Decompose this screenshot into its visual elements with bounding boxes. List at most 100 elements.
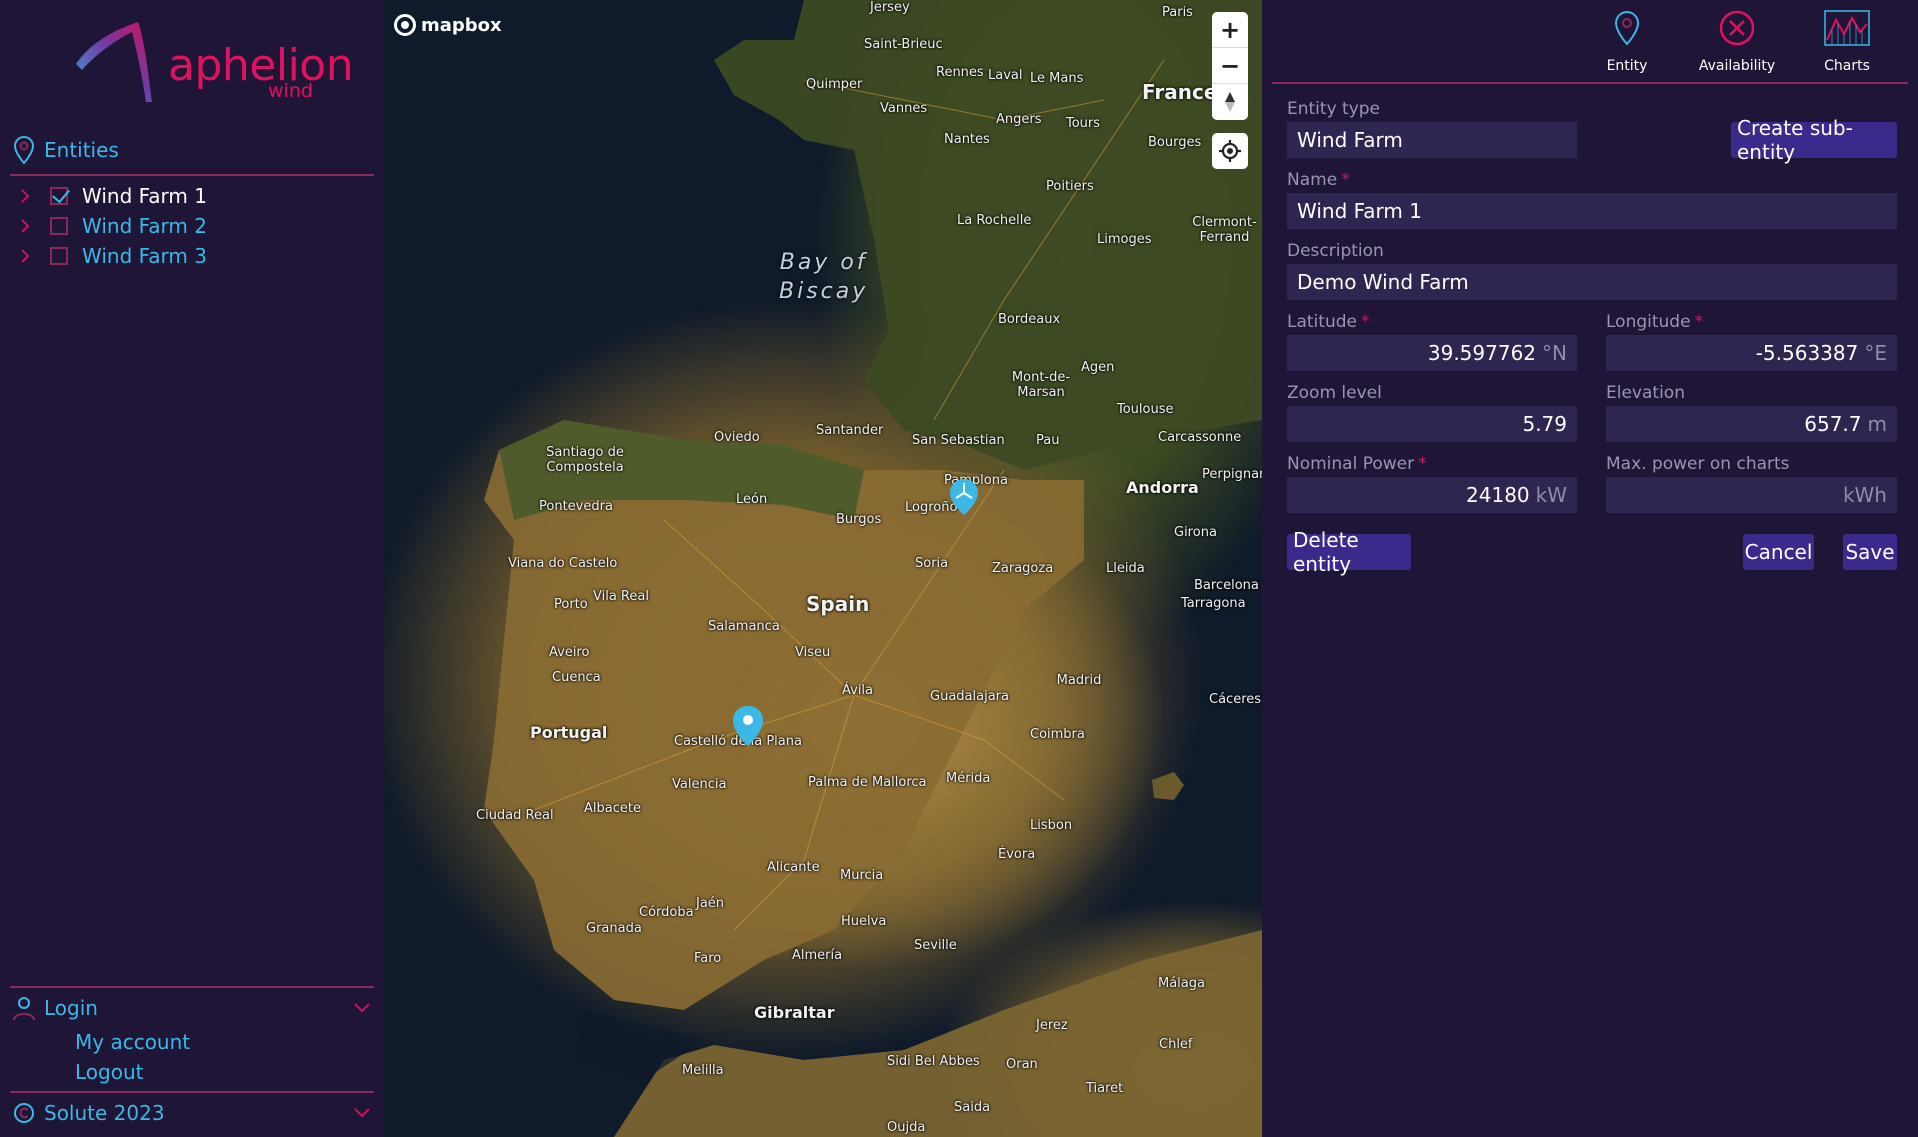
place-label: Saint-Brieuc xyxy=(864,37,943,52)
zoom-level-input[interactable]: 5.79 xyxy=(1287,406,1577,442)
map-view[interactable]: mapbox Bay of Biscay Spain Portugal Fran… xyxy=(384,0,1262,1137)
place-label: Spain xyxy=(806,592,870,616)
required-mark: * xyxy=(1360,312,1370,332)
footer-divider xyxy=(10,1091,374,1093)
name-input[interactable]: Wind Farm 1 xyxy=(1287,193,1897,229)
longitude-label: Longitude * xyxy=(1606,312,1703,332)
tree-item-wind-farm-2[interactable]: Wind Farm 2 xyxy=(14,211,374,241)
location-pin-icon xyxy=(10,135,38,165)
latitude-unit: °N xyxy=(1542,341,1567,365)
chevron-right-icon[interactable] xyxy=(14,245,36,267)
place-label: Viana do Castelo xyxy=(508,556,618,571)
tab-charts[interactable]: Charts xyxy=(1792,6,1902,76)
logout-link[interactable]: Logout xyxy=(75,1060,143,1084)
place-label: León xyxy=(736,492,768,507)
nominal-power-label-text: Nominal Power xyxy=(1287,454,1415,474)
zoom-out-button[interactable]: − xyxy=(1212,48,1248,84)
place-label: Aveiro xyxy=(549,645,590,660)
wind-turbine-marker-icon[interactable] xyxy=(948,477,980,521)
mapbox-logo-icon xyxy=(394,14,416,36)
tree-item-wind-farm-1[interactable]: Wind Farm 1 xyxy=(14,181,374,211)
longitude-value: -5.563387 xyxy=(1755,341,1859,365)
place-label: Valencia xyxy=(672,777,727,792)
chevron-right-icon[interactable] xyxy=(14,215,36,237)
chevron-right-icon[interactable] xyxy=(14,185,36,207)
footer-header[interactable]: Solute 2023 xyxy=(10,1096,374,1130)
longitude-input[interactable]: -5.563387 °E xyxy=(1606,335,1897,371)
delete-entity-button[interactable]: Delete entity xyxy=(1287,528,1411,576)
place-label: Porto xyxy=(554,597,588,612)
place-label: Laval xyxy=(988,68,1023,83)
place-label: Gibraltar xyxy=(754,1003,835,1022)
place-label: Jaén xyxy=(696,896,725,911)
user-icon xyxy=(10,993,38,1023)
place-label: Oujda xyxy=(887,1120,926,1135)
place-label: Ávila xyxy=(842,683,874,698)
elevation-input[interactable]: 657.7 m xyxy=(1606,406,1897,442)
place-label: Albacete xyxy=(584,801,641,816)
longitude-unit: °E xyxy=(1864,341,1887,365)
entity-type-value: Wind Farm xyxy=(1297,128,1403,152)
chevron-down-icon[interactable] xyxy=(350,1101,374,1125)
compass-button[interactable] xyxy=(1212,84,1248,120)
zoom-in-button[interactable]: + xyxy=(1212,12,1248,48)
place-label: Granada xyxy=(586,921,642,936)
tree-item-label[interactable]: Wind Farm 3 xyxy=(82,244,207,268)
location-pin-icon xyxy=(1614,6,1640,50)
tab-availability[interactable]: Availability xyxy=(1682,6,1792,76)
mapbox-wordmark: mapbox xyxy=(421,14,502,36)
tree-checkbox[interactable] xyxy=(50,187,68,205)
place-label: Mont-de-Marsan xyxy=(1011,370,1071,400)
entity-marker-pin-icon[interactable] xyxy=(731,704,765,752)
elevation-unit: m xyxy=(1867,412,1887,436)
place-label: Paris xyxy=(1162,5,1193,20)
place-label: Salamanca xyxy=(708,619,780,634)
mapbox-attribution[interactable]: mapbox xyxy=(394,14,502,36)
latitude-input[interactable]: 39.597762 °N xyxy=(1287,335,1577,371)
aphelion-logo[interactable]: aphelion wind xyxy=(72,18,354,108)
place-label: Almería xyxy=(792,948,843,963)
place-label: Portugal xyxy=(530,723,608,742)
latitude-label: Latitude * xyxy=(1287,312,1369,332)
login-label: Login xyxy=(44,996,98,1020)
description-input[interactable]: Demo Wind Farm xyxy=(1287,264,1897,300)
place-label: Jerez xyxy=(1036,1018,1068,1033)
place-label: Bordeaux xyxy=(998,312,1061,327)
geolocate-button[interactable] xyxy=(1212,133,1248,169)
save-button[interactable]: Save xyxy=(1843,534,1897,570)
place-label: Oran xyxy=(1006,1057,1038,1072)
place-label: Santander xyxy=(816,423,884,438)
place-label: Quimper xyxy=(806,77,863,92)
place-label: Chlef xyxy=(1159,1037,1193,1052)
tree-checkbox[interactable] xyxy=(50,217,68,235)
cancel-button[interactable]: Cancel xyxy=(1743,534,1814,570)
tab-entity[interactable]: Entity xyxy=(1572,6,1682,76)
footer-label: Solute 2023 xyxy=(44,1101,165,1125)
x-circle-icon xyxy=(1718,6,1756,50)
tree-item-label[interactable]: Wind Farm 1 xyxy=(82,184,207,208)
create-sub-entity-button[interactable]: Create sub-entity xyxy=(1731,116,1897,164)
tree-item-wind-farm-3[interactable]: Wind Farm 3 xyxy=(14,241,374,271)
crosshair-icon xyxy=(1219,140,1241,162)
place-label: Girona xyxy=(1174,525,1217,540)
panel-divider xyxy=(1272,82,1908,84)
place-label: Ciudad Real xyxy=(476,808,554,823)
tree-item-label[interactable]: Wind Farm 2 xyxy=(82,214,207,238)
login-header[interactable]: Login xyxy=(10,991,374,1025)
place-label: Mérida xyxy=(946,771,991,786)
tree-checkbox[interactable] xyxy=(50,247,68,265)
max-power-input[interactable]: kWh xyxy=(1606,477,1897,513)
area-chart-icon xyxy=(1824,6,1870,50)
entities-header[interactable]: Entities xyxy=(10,133,374,167)
elevation-value: 657.7 xyxy=(1804,412,1862,436)
entity-type-select[interactable]: Wind Farm xyxy=(1287,122,1577,158)
nominal-power-input[interactable]: 24180 kW xyxy=(1287,477,1577,513)
compass-icon xyxy=(1225,92,1235,112)
nominal-power-label: Nominal Power * xyxy=(1287,454,1427,474)
place-label: Agen xyxy=(1081,360,1115,375)
my-account-link[interactable]: My account xyxy=(75,1030,190,1054)
chevron-down-icon[interactable] xyxy=(350,996,374,1020)
zoom-level-value: 5.79 xyxy=(1522,412,1567,436)
place-label: Nantes xyxy=(944,132,990,147)
place-label: Murcia xyxy=(840,868,884,883)
